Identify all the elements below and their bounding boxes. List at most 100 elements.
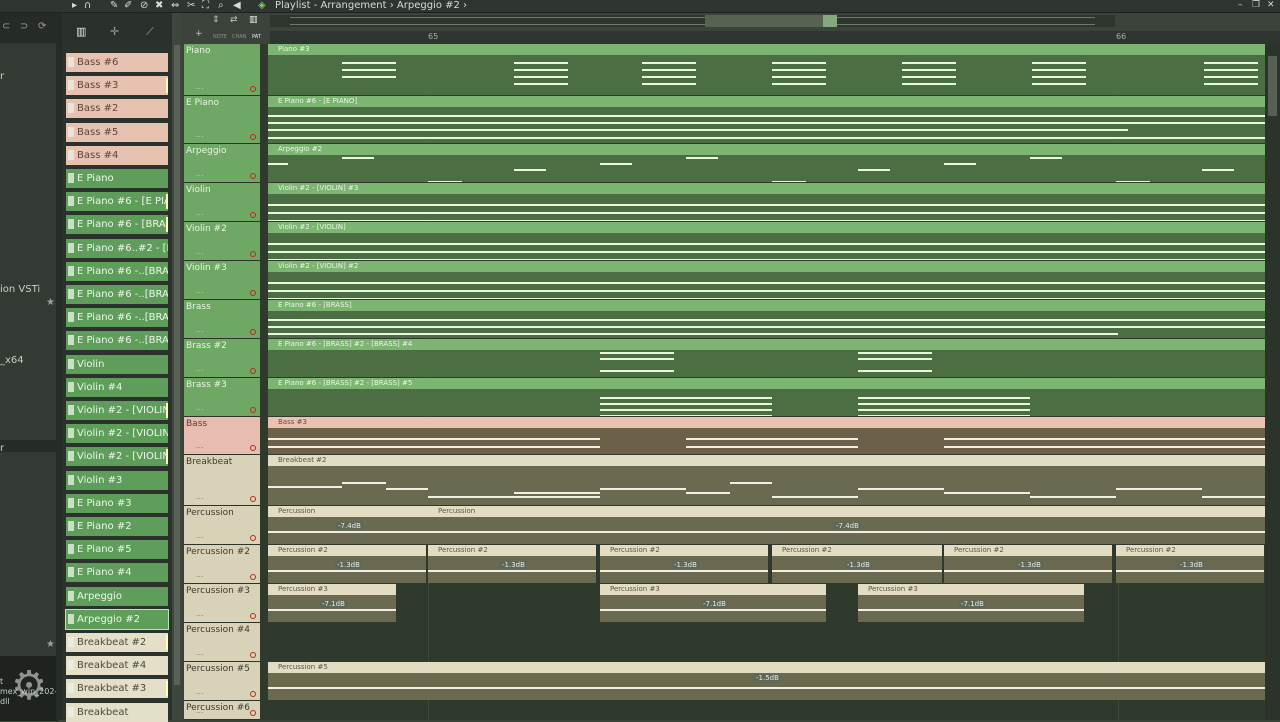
track-header[interactable]: Brass #3... <box>184 378 260 417</box>
playlist-scrollbar[interactable] <box>1265 44 1280 720</box>
track-header[interactable]: Violin #3... <box>184 261 260 300</box>
delete-icon[interactable]: ⊘ <box>140 0 148 12</box>
record-arm-icon[interactable] <box>250 134 256 140</box>
brush-icon[interactable]: ✐ <box>124 0 132 12</box>
track-grip[interactable]: ... <box>196 365 204 373</box>
picker-scrollbar[interactable] <box>172 13 182 720</box>
star-icon[interactable]: ★ <box>46 639 55 650</box>
pattern-item[interactable]: Arpeggio #2 <box>65 608 169 630</box>
pattern-item[interactable]: E Piano #6 -..[BRASS] #4 <box>66 331 168 351</box>
add-track-icon[interactable]: + <box>195 29 203 39</box>
scrollbar-thumb[interactable] <box>1268 56 1277 116</box>
record-arm-icon[interactable] <box>250 290 256 296</box>
hud-note-label[interactable]: NOTE <box>213 34 227 40</box>
nav-forward-icon[interactable]: ⊃ <box>20 21 28 32</box>
pattern-clip[interactable]: Percussion #2 -1.3dB <box>1116 545 1264 583</box>
pattern-item[interactable]: Violin #2 - [VIOLIN] #2 <box>66 424 168 444</box>
track-grip[interactable]: ... <box>196 287 204 295</box>
nav-back-icon[interactable]: ⊂ <box>2 21 10 32</box>
track-header[interactable]: Bass... <box>184 417 260 455</box>
record-arm-icon[interactable] <box>250 496 256 502</box>
track-grip[interactable]: ... <box>196 493 204 501</box>
track-header[interactable]: Percussion... <box>184 506 260 545</box>
pattern-clip[interactable]: Percussion #2 -1.3dB <box>268 545 426 583</box>
pattern-item[interactable]: E Piano #2 <box>66 517 168 536</box>
track-grip[interactable]: ... <box>196 326 204 334</box>
record-arm-icon[interactable] <box>250 613 256 619</box>
pattern-clip[interactable]: Percussion -7.4dB <box>268 506 428 544</box>
pattern-clip[interactable]: E Piano #6 - [E PIANO] <box>268 96 1265 143</box>
record-arm-icon[interactable] <box>250 535 256 541</box>
pattern-clip[interactable]: Percussion #3 -7.1dB <box>858 584 1084 622</box>
minimize-icon[interactable]: – <box>1238 0 1243 11</box>
pattern-item[interactable]: Bass #5 <box>66 122 168 142</box>
track-header[interactable]: Violin... <box>184 183 260 222</box>
hud-arrows-icon[interactable]: ⇕ <box>212 15 220 25</box>
pattern-clip[interactable]: Bass #3 <box>268 417 1265 454</box>
scrollbar-thumb[interactable] <box>174 45 180 685</box>
track-header[interactable]: Percussion #6... <box>184 701 260 720</box>
close-icon[interactable]: ✕ <box>1267 0 1275 11</box>
track-header[interactable]: Breakbeat... <box>184 455 260 506</box>
playlist-icon[interactable]: ◈ <box>258 0 266 12</box>
mute-icon[interactable]: ✖ <box>155 0 163 12</box>
track-header[interactable]: Violin #2... <box>184 222 260 261</box>
track-grip[interactable]: ... <box>196 442 204 450</box>
record-arm-icon[interactable] <box>250 407 256 413</box>
maximize-icon[interactable]: ❐ <box>1252 0 1260 11</box>
pattern-item[interactable]: Bass #2 <box>66 99 168 119</box>
pattern-clip[interactable]: Percussion -7.4dB <box>428 506 1265 544</box>
pattern-clip[interactable]: Violin #2 - [VIOLIN] <box>268 222 1265 260</box>
pattern-clip[interactable]: E Piano #6 - [BRASS] #2 - [BRASS] #5 <box>268 378 1265 416</box>
pattern-clip[interactable]: Breakbeat #2 <box>268 455 1265 505</box>
pattern-item[interactable]: Bass #4 <box>66 145 168 165</box>
pattern-clip[interactable]: Percussion #5 -1.5dB <box>268 662 1265 700</box>
pattern-item[interactable]: Violin #2 - [VIOLIN] #3 <box>66 447 168 467</box>
pattern-item[interactable]: Breakbeat #3 <box>66 679 168 699</box>
star-icon[interactable]: ★ <box>46 297 55 308</box>
track-header[interactable]: E Piano... <box>184 96 260 144</box>
pattern-item[interactable]: Breakbeat #2 <box>66 633 168 652</box>
magnet-icon[interactable]: ∩ <box>84 0 91 12</box>
track-header[interactable]: Percussion #3... <box>184 584 260 623</box>
nav-refresh-icon[interactable]: ⟳ <box>38 21 46 32</box>
track-grip[interactable]: ... <box>196 649 204 657</box>
pattern-clip[interactable]: Violin #2 - [VIOLIN] #2 <box>268 261 1265 299</box>
track-grip[interactable]: ... <box>196 209 204 217</box>
record-arm-icon[interactable] <box>250 652 256 658</box>
track-grip[interactable]: ... <box>196 131 204 139</box>
record-arm-icon[interactable] <box>250 173 256 179</box>
pattern-clip[interactable]: Percussion #3 -7.1dB <box>268 584 396 622</box>
slip-icon[interactable]: ⇔ <box>171 0 179 12</box>
record-arm-icon[interactable] <box>250 445 256 451</box>
pattern-clip[interactable]: Percussion #2 -1.3dB <box>428 545 596 583</box>
pattern-item[interactable]: E Piano #6 - [E PIANO] <box>66 192 168 212</box>
pattern-item[interactable]: E Piano #5 <box>66 540 168 560</box>
record-arm-icon[interactable] <box>250 329 256 335</box>
track-header[interactable]: Percussion #4... <box>184 623 260 662</box>
pattern-clip[interactable]: Percussion #2 -1.3dB <box>600 545 768 583</box>
record-arm-icon[interactable] <box>250 691 256 697</box>
track-grip[interactable]: ... <box>196 532 204 540</box>
track-header[interactable]: Arpeggio... <box>184 144 260 183</box>
speaker-icon[interactable]: ◀ <box>233 0 241 12</box>
pattern-item[interactable]: E Piano #6 -..[BRASS] #2 <box>66 261 168 281</box>
pattern-item[interactable]: E Piano #6 -..[BRASS] #3 <box>66 308 168 328</box>
pattern-item[interactable]: Arpeggio <box>66 586 168 606</box>
pattern-clip[interactable]: E Piano #6 - [BRASS] #2 - [BRASS] #4 <box>268 339 1265 377</box>
pattern-item[interactable]: Violin #3 <box>66 470 168 490</box>
pattern-item[interactable]: E Piano #4 <box>66 563 168 583</box>
zoom-icon[interactable]: ⌕ <box>218 0 224 12</box>
knife-icon[interactable]: ⟋ <box>146 25 154 39</box>
pattern-clip[interactable]: Piano #3 <box>268 44 1265 95</box>
pattern-clip[interactable]: Arpeggio #2 <box>268 144 1265 182</box>
pattern-item[interactable]: Violin <box>66 354 168 374</box>
play-arrow-icon[interactable]: ▸ <box>72 0 77 12</box>
plus-icon[interactable]: ✛ <box>110 25 119 38</box>
pattern-item[interactable]: Bass #3 <box>66 76 168 96</box>
slice-icon[interactable]: ✂ <box>187 0 195 12</box>
hud-chan-label[interactable]: CHAN <box>232 34 246 40</box>
pattern-clip[interactable]: Percussion #2 -1.3dB <box>944 545 1112 583</box>
record-arm-icon[interactable] <box>250 574 256 580</box>
piano-icon[interactable]: ▥ <box>76 25 86 38</box>
